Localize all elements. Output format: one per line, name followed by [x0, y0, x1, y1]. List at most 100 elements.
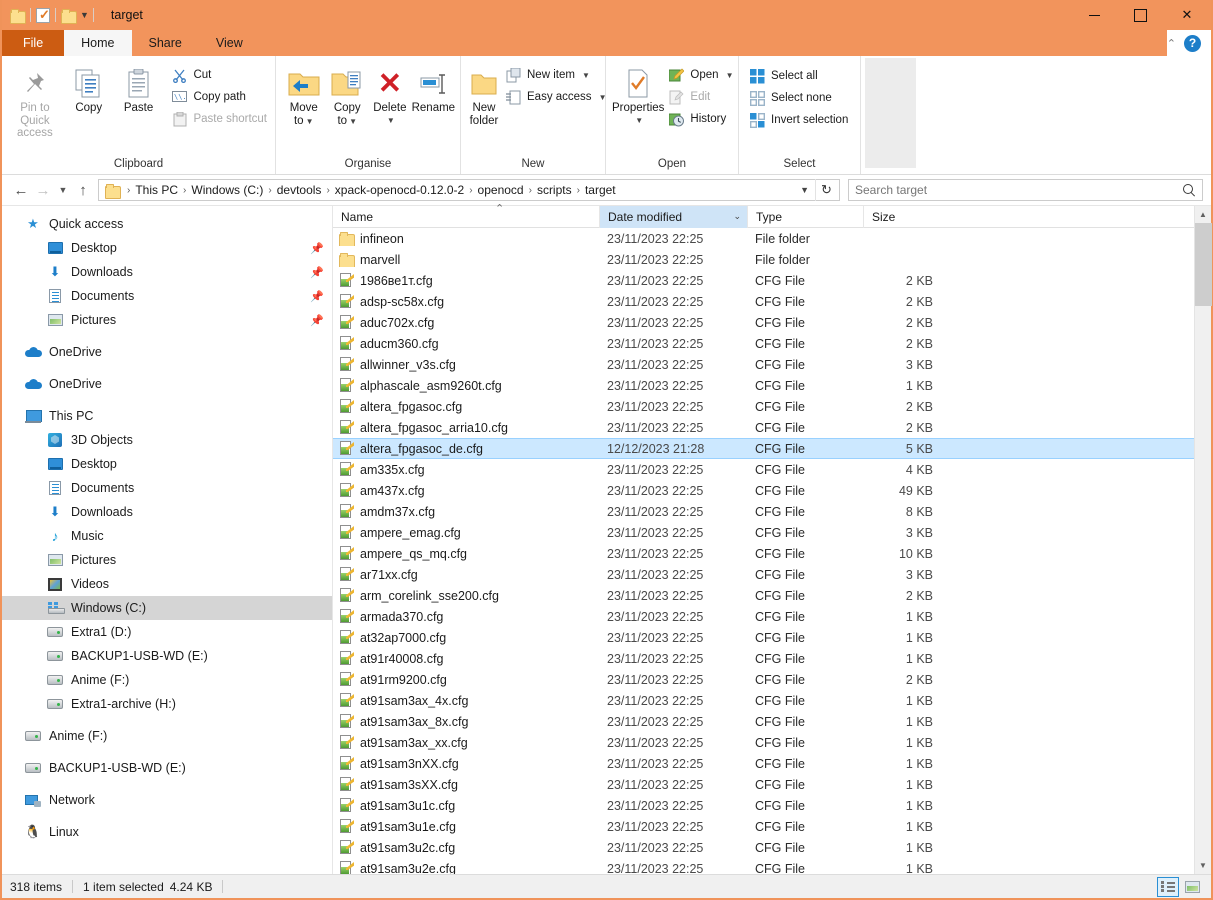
- column-header-date-modified[interactable]: Date modified ⌄: [599, 206, 747, 228]
- new-item-button[interactable]: New item ▼: [501, 65, 610, 85]
- pin-to-quick-access-button[interactable]: Pin to Quick access: [6, 60, 64, 140]
- table-row[interactable]: ampere_emag.cfg23/11/2023 22:25CFG File3…: [333, 522, 1211, 543]
- tab-view[interactable]: View: [199, 30, 260, 56]
- table-row[interactable]: at91rm9200.cfg23/11/2023 22:25CFG File2 …: [333, 669, 1211, 690]
- table-row[interactable]: 1986ве1т.cfg23/11/2023 22:25CFG File2 KB: [333, 270, 1211, 291]
- breadcrumb-item-xpack-openocd[interactable]: xpack-openocd-0.12.0-2: [333, 183, 466, 197]
- table-row[interactable]: at91sam3sXX.cfg23/11/2023 22:25CFG File1…: [333, 774, 1211, 795]
- table-row[interactable]: at91sam3u1c.cfg23/11/2023 22:25CFG File1…: [333, 795, 1211, 816]
- table-row[interactable]: allwinner_v3s.cfg23/11/2023 22:25CFG Fil…: [333, 354, 1211, 375]
- table-row[interactable]: altera_fpgasoc_de.cfg12/12/2023 21:28CFG…: [333, 438, 1211, 459]
- tab-file[interactable]: File: [2, 30, 64, 56]
- scroll-down-icon[interactable]: ▼: [1195, 857, 1212, 874]
- table-row[interactable]: aduc702x.cfg23/11/2023 22:25CFG File2 KB: [333, 312, 1211, 333]
- nav-item-anime-f-root[interactable]: Anime (F:): [2, 724, 332, 748]
- nav-item-desktop[interactable]: Desktop: [2, 452, 332, 476]
- close-button[interactable]: ✕: [1163, 0, 1211, 30]
- nav-item-videos[interactable]: Videos: [2, 572, 332, 596]
- properties-icon[interactable]: [36, 8, 50, 23]
- refresh-button[interactable]: ↻: [815, 179, 837, 201]
- table-row[interactable]: marvell23/11/2023 22:25File folder: [333, 249, 1211, 270]
- customize-chevron-icon[interactable]: ▼: [80, 10, 88, 20]
- copy-path-button[interactable]: \\.. Copy path: [167, 87, 271, 107]
- forward-button[interactable]: →: [32, 179, 54, 201]
- table-row[interactable]: arm_corelink_sse200.cfg23/11/2023 22:25C…: [333, 585, 1211, 606]
- table-row[interactable]: alphascale_asm9260t.cfg23/11/2023 22:25C…: [333, 375, 1211, 396]
- cut-button[interactable]: Cut: [167, 65, 271, 85]
- nav-item-documents-quick[interactable]: Documents 📌: [2, 284, 332, 308]
- table-row[interactable]: altera_fpgasoc_arria10.cfg23/11/2023 22:…: [333, 417, 1211, 438]
- help-icon[interactable]: ?: [1184, 35, 1201, 52]
- properties-caret-icon[interactable]: ▼: [635, 115, 643, 128]
- table-row[interactable]: at91sam3ax_4x.cfg23/11/2023 22:25CFG Fil…: [333, 690, 1211, 711]
- table-row[interactable]: infineon23/11/2023 22:25File folder: [333, 228, 1211, 249]
- rename-button[interactable]: Rename: [411, 60, 456, 115]
- delete-caret-icon[interactable]: ▼: [387, 115, 395, 128]
- table-row[interactable]: at32ap7000.cfg23/11/2023 22:25CFG File1 …: [333, 627, 1211, 648]
- column-header-type[interactable]: Type: [747, 206, 863, 228]
- new-folder-button[interactable]: New folder: [469, 60, 499, 127]
- table-row[interactable]: armada370.cfg23/11/2023 22:25CFG File1 K…: [333, 606, 1211, 627]
- nav-item-onedrive-1[interactable]: OneDrive: [2, 340, 332, 364]
- table-row[interactable]: am437x.cfg23/11/2023 22:25CFG File49 KB: [333, 480, 1211, 501]
- nav-item-pictures[interactable]: Pictures: [2, 548, 332, 572]
- maximize-button[interactable]: [1117, 0, 1163, 30]
- minimize-button[interactable]: [1071, 0, 1117, 30]
- breadcrumb-item-devtools[interactable]: devtools: [275, 183, 324, 197]
- invert-selection-button[interactable]: Invert selection: [745, 110, 852, 130]
- up-button[interactable]: ↑: [72, 179, 94, 201]
- nav-item-this-pc[interactable]: This PC: [2, 404, 332, 428]
- back-button[interactable]: ←: [10, 179, 32, 201]
- table-row[interactable]: ampere_qs_mq.cfg23/11/2023 22:25CFG File…: [333, 543, 1211, 564]
- pin-icon[interactable]: 📌: [310, 314, 324, 327]
- search-icon[interactable]: [1183, 184, 1196, 197]
- nav-item-music[interactable]: ♪ Music: [2, 524, 332, 548]
- nav-item-network[interactable]: Network: [2, 788, 332, 812]
- table-row[interactable]: at91r40008.cfg23/11/2023 22:25CFG File1 …: [333, 648, 1211, 669]
- table-row[interactable]: at91sam3u2c.cfg23/11/2023 22:25CFG File1…: [333, 837, 1211, 858]
- select-all-button[interactable]: Select all: [745, 66, 852, 86]
- search-input[interactable]: [855, 183, 1183, 197]
- column-header-size[interactable]: Size: [863, 206, 937, 228]
- details-view-button[interactable]: [1157, 877, 1179, 897]
- nav-item-extra1-archive-h[interactable]: Extra1-archive (H:): [2, 692, 332, 716]
- paste-button[interactable]: Paste: [114, 60, 164, 115]
- open-caret-icon[interactable]: ▼: [726, 71, 734, 80]
- edit-button[interactable]: Edit: [664, 87, 737, 107]
- breadcrumb[interactable]: › This PC › Windows (C:) › devtools › xp…: [98, 179, 840, 201]
- nav-item-documents[interactable]: Documents: [2, 476, 332, 500]
- table-row[interactable]: at91sam3u2e.cfg23/11/2023 22:25CFG File1…: [333, 858, 1211, 874]
- copy-button[interactable]: Copy: [64, 60, 114, 115]
- pin-icon[interactable]: 📌: [310, 242, 324, 255]
- breadcrumb-item-this-pc[interactable]: This PC: [133, 183, 180, 197]
- nav-item-desktop-quick[interactable]: Desktop 📌: [2, 236, 332, 260]
- nav-item-windows-c[interactable]: Windows (C:): [2, 596, 332, 620]
- table-row[interactable]: at91sam3ax_xx.cfg23/11/2023 22:25CFG Fil…: [333, 732, 1211, 753]
- recent-locations-button[interactable]: ▼: [54, 179, 72, 201]
- breadcrumb-item-windows-c[interactable]: Windows (C:): [189, 183, 265, 197]
- nav-item-downloads-quick[interactable]: ⬇ Downloads 📌: [2, 260, 332, 284]
- nav-item-downloads[interactable]: ⬇ Downloads: [2, 500, 332, 524]
- nav-item-backup1-usb-wd-e-root[interactable]: BACKUP1-USB-WD (E:): [2, 756, 332, 780]
- nav-item-anime-f[interactable]: Anime (F:): [2, 668, 332, 692]
- delete-button[interactable]: ✕ Delete ▼: [369, 60, 411, 127]
- table-row[interactable]: at91sam3ax_8x.cfg23/11/2023 22:25CFG Fil…: [333, 711, 1211, 732]
- column-filter-chevron-icon[interactable]: ⌄: [733, 211, 741, 222]
- nav-item-backup1-usb-wd-e[interactable]: BACKUP1-USB-WD (E:): [2, 644, 332, 668]
- nav-item-extra1-d[interactable]: Extra1 (D:): [2, 620, 332, 644]
- breadcrumb-item-target[interactable]: target: [583, 183, 618, 197]
- table-row[interactable]: at91sam3u1e.cfg23/11/2023 22:25CFG File1…: [333, 816, 1211, 837]
- search-box[interactable]: [848, 179, 1203, 201]
- easy-access-button[interactable]: Easy access ▼: [501, 87, 610, 107]
- table-row[interactable]: amdm37x.cfg23/11/2023 22:25CFG File8 KB: [333, 501, 1211, 522]
- breadcrumb-item-scripts[interactable]: scripts: [535, 183, 574, 197]
- nav-item-3d-objects[interactable]: 3D Objects: [2, 428, 332, 452]
- new-folder-icon[interactable]: [61, 9, 76, 22]
- history-button[interactable]: History: [664, 109, 737, 129]
- table-row[interactable]: at91sam3nXX.cfg23/11/2023 22:25CFG File1…: [333, 753, 1211, 774]
- select-none-button[interactable]: Select none: [745, 88, 852, 108]
- column-header-name[interactable]: Name ⌃: [333, 206, 599, 228]
- table-row[interactable]: adsp-sc58x.cfg23/11/2023 22:25CFG File2 …: [333, 291, 1211, 312]
- scroll-up-icon[interactable]: ▲: [1195, 206, 1212, 223]
- table-row[interactable]: altera_fpgasoc.cfg23/11/2023 22:25CFG Fi…: [333, 396, 1211, 417]
